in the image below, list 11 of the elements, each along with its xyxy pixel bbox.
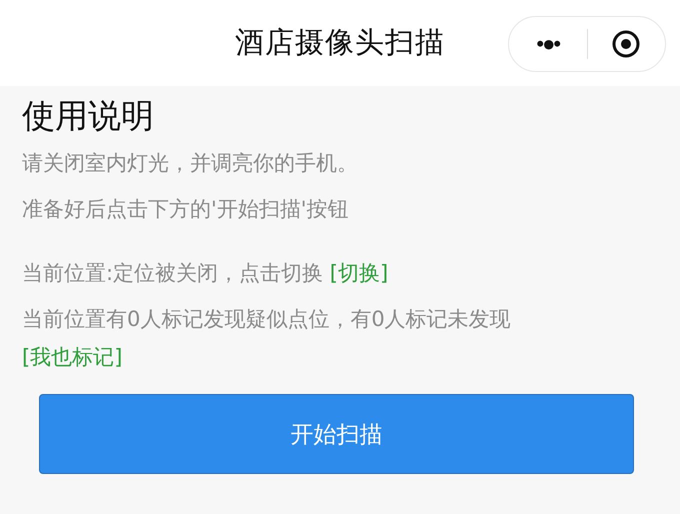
target-icon <box>611 29 642 59</box>
instruction-text: 请关闭室内灯光，并调亮你的手机。 <box>22 150 359 177</box>
mark-link[interactable]: [我也标记] <box>22 345 122 369</box>
switch-link[interactable]: [切换] <box>330 261 388 285</box>
section-heading: 使用说明 <box>22 95 155 137</box>
location-text: 当前位置:定位被关闭，点击切换 <box>22 261 324 285</box>
page-title: 酒店摄像头扫描 <box>235 24 445 61</box>
start-scan-button[interactable]: 开始扫描 <box>39 394 634 474</box>
instruction-text: 准备好后点击下方的'开始扫描'按钮 <box>22 196 350 223</box>
more-button[interactable]: •●• <box>509 24 586 64</box>
marks-text: 当前位置有0人标记发现疑似点位，有0人标记未发现 <box>22 307 511 331</box>
